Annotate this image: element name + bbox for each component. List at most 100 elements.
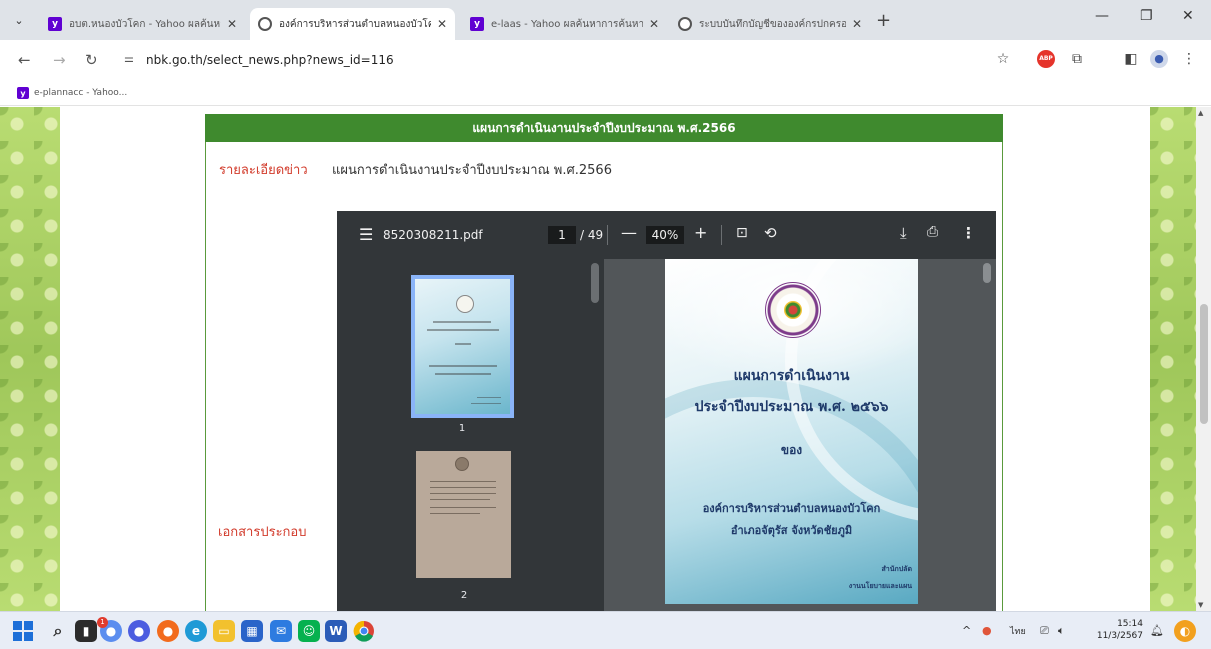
close-icon[interactable]: ✕ [227,17,237,31]
tab-search-icon[interactable]: ⌄ [10,12,28,30]
restore-icon[interactable]: ❐ [1140,8,1153,24]
doc-of: ของ [780,443,803,457]
extensions-icon[interactable]: ⧉ [1068,50,1086,68]
doc-title-line2: ประจำปีงบประมาณ พ.ศ. ๒๕๖๖ [694,399,889,415]
bookmarks-bar: y e-plannacc - Yahoo... [0,82,1211,106]
pdf-toolbar: ☰ 8520308211.pdf 1 / 49 — 40% + ⊡ ⟲ ⤓ ⎙ … [337,211,996,259]
tray-app-icon[interactable]: ● [982,624,992,637]
zoom-out-icon[interactable]: — [621,223,637,242]
show-hidden-icons[interactable]: ^ [962,624,971,637]
yahoo-icon: y [48,17,62,31]
doc-organization: องค์การบริหารส่วนตำบลหนองบัวโคก [702,502,881,515]
more-options-icon[interactable]: ⋮ [961,224,976,242]
close-icon[interactable]: ✕ [852,17,862,31]
input-language[interactable]: ไทย [1010,624,1026,638]
right-decorative-border [1150,107,1196,611]
site-info-icon[interactable]: ⚌ [124,52,134,65]
doc-district: อำเภอจัตุรัส จังหวัดชัยภูมิ [730,524,853,537]
scroll-up-icon[interactable]: ▲ [1198,109,1203,117]
news-detail-value: แผนการดำเนินงานประจำปีงบประมาณ พ.ศ.2566 [332,163,612,178]
thumbnail-text-line [430,481,496,482]
fit-to-page-icon[interactable]: ⊡ [736,225,748,241]
windows-start-icon[interactable] [13,621,33,641]
microsoft-store-icon[interactable]: ▦ [241,620,263,642]
print-icon[interactable]: ⎙ [927,224,938,240]
news-header-title: แผนการดำเนินงานประจำปีงบประมาณ พ.ศ.2566 [205,114,1003,142]
pdf-sidebar-toggle-icon[interactable]: ☰ [359,225,373,244]
teams-chat-icon[interactable]: ● [128,620,150,642]
edge-icon[interactable]: e [185,620,207,642]
mail-icon[interactable]: ✉ [270,620,292,642]
thumbnail-text-line [430,499,490,500]
bookmark-star-icon[interactable]: ☆ [994,50,1012,68]
rotate-icon[interactable]: ⟲ [764,224,777,242]
yahoo-icon: y [470,17,484,31]
thumbnail-text-line [455,343,471,345]
notification-badge: 1 [97,617,108,628]
thumbnail-seal-icon [456,295,474,313]
chrome-icon[interactable] [353,620,375,642]
firefox-icon[interactable]: ● [157,620,179,642]
tab-nbk-news[interactable]: องค์การบริหารส่วนตำบลหนองบัวโคก ✕ [250,8,455,40]
thumbnail-text-line [471,403,501,404]
adblock-plus-icon[interactable]: ABP [1037,50,1055,68]
minimize-icon[interactable]: — [1095,8,1109,24]
forward-icon[interactable]: → [53,51,66,69]
windows-taskbar: ⌕ ▮ ● 1 ● ● e ▭ ▦ ✉ ☺ W ^ ● ไทย ⎚ 🔈︎ 15:… [0,611,1211,649]
browser-menu-icon[interactable]: ⋮ [1180,50,1198,68]
thumbnail-scroll-thumb[interactable] [591,263,599,303]
close-icon[interactable]: ✕ [437,17,447,31]
tab-accounting-system[interactable]: ระบบบันทึกบัญชีขององค์กรปกครอง ✕ [670,8,870,40]
notification-bell-icon[interactable]: 🔔︎ [1150,624,1164,637]
new-tab-button[interactable]: + [876,10,891,31]
file-explorer-icon[interactable]: ▭ [213,620,235,642]
thumbnail-text-line [429,365,497,367]
search-icon[interactable]: ⌕ [47,620,69,642]
widgets-icon[interactable]: ◐ [1174,620,1196,642]
network-icon[interactable]: ⎚ [1040,624,1049,638]
pdf-zoom-input[interactable]: 40% [646,226,684,244]
tab-title: อบต.หนองบัวโคก - Yahoo ผลค้นหา [69,18,221,30]
tab-e-laas[interactable]: y e-laas - Yahoo ผลค้นหาการค้นหา ✕ [462,8,667,40]
thumbnail-text-line [430,487,496,488]
thumbnail-text-line [430,493,496,494]
thumbnail-page-1[interactable] [411,275,514,418]
reload-icon[interactable]: ↻ [85,51,98,69]
window-close-icon[interactable]: ✕ [1182,8,1194,24]
pdf-scroll-thumb[interactable] [983,263,991,283]
clock-date: 11/3/2567 [1096,631,1143,641]
back-icon[interactable]: ← [18,51,31,69]
tab-yahoo-search[interactable]: y อบต.หนองบัวโคก - Yahoo ผลค้นหา ✕ [40,8,245,40]
system-clock[interactable]: 15:14 11/3/2567 [1085,618,1143,642]
news-detail-label: รายละเอียดข่าว [219,163,308,178]
thumbnail-text-line [430,507,496,508]
pdf-page-total: / 49 [580,228,604,242]
globe-icon [258,17,272,31]
yahoo-icon: y [17,87,29,99]
pdf-filename: 8520308211.pdf [383,228,483,242]
tab-strip: ⌄ y อบต.หนองบัวโคก - Yahoo ผลค้นหา ✕ องค… [0,0,1211,40]
thumbnail-page-2[interactable] [416,451,511,578]
page-scroll-thumb[interactable] [1200,304,1208,424]
page-content: ▲ ▼ แผนการดำเนินงานประจำปีงบประมาณ พ.ศ.2… [0,107,1211,611]
close-icon[interactable]: ✕ [649,17,659,31]
task-view-icon[interactable]: ▮ [75,620,97,642]
seal-emblem-icon [784,301,802,319]
zoom-in-icon[interactable]: + [694,223,707,242]
doc-office-sub: งานนโยบายและแผน [848,582,912,590]
scroll-down-icon[interactable]: ▼ [1198,601,1203,609]
side-panel-icon[interactable]: ◧ [1122,50,1140,68]
line-icon[interactable]: ☺ [298,620,320,642]
thumbnail-text-line [435,373,491,375]
word-icon[interactable]: W [325,620,347,642]
url-text[interactable]: nbk.go.th/select_news.php?news_id=116 [146,53,394,67]
tab-title: e-laas - Yahoo ผลค้นหาการค้นหา [491,18,643,30]
bookmark-e-plannacc[interactable]: y e-plannacc - Yahoo... [17,87,127,99]
doc-title-line1: แผนการดำเนินงาน [733,368,850,384]
thumbnail-text-line [433,321,491,323]
download-icon[interactable]: ⤓ [900,224,907,242]
thumbnail-text-line [427,329,499,331]
volume-icon[interactable]: 🔈︎ [1058,624,1065,638]
profile-avatar-icon[interactable]: ● [1150,50,1168,68]
pdf-page-input[interactable]: 1 [548,226,576,244]
